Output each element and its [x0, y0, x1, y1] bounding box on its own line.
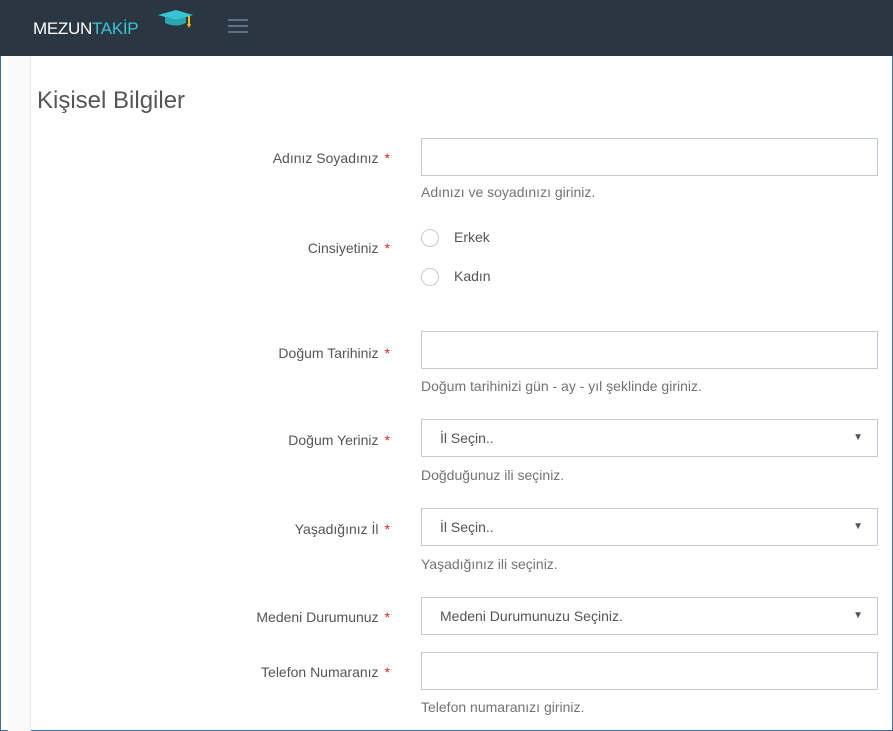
birth-date-label: Doğum Tarihiniz *	[278, 345, 390, 361]
city-selected: İl Seçin..	[440, 519, 494, 535]
logo-text-takip: TAKİP	[91, 19, 139, 38]
birth-date-input[interactable]	[421, 331, 878, 369]
gender-label: Cinsiyetiniz *	[308, 240, 390, 256]
birth-place-label-text: Doğum Yeriniz	[288, 432, 379, 448]
top-navbar: MEZUNTAKİP	[0, 0, 893, 56]
birth-place-label: Doğum Yeriniz *	[288, 432, 390, 448]
name-label-text: Adınız Soyadınız	[272, 150, 379, 166]
gender-option-label: Erkek	[454, 229, 490, 245]
birth-place-select[interactable]: İl Seçin.. ▼	[421, 419, 878, 457]
required-mark: *	[384, 609, 390, 625]
phone-help: Telefon numaranızı giriniz.	[421, 699, 585, 715]
required-mark: *	[384, 150, 390, 166]
phone-input[interactable]	[421, 652, 878, 690]
marital-select[interactable]: Medeni Durumunuzu Seçiniz. ▼	[421, 597, 878, 635]
city-select[interactable]: İl Seçin.. ▼	[421, 508, 878, 546]
radio-button[interactable]	[421, 268, 439, 286]
birth-date-help: Doğum tarihinizi gün - ay - yıl şeklinde…	[421, 378, 702, 394]
city-help: Yaşadığınız ili seçiniz.	[421, 556, 558, 572]
name-input[interactable]	[421, 138, 878, 176]
graduation-cap-icon	[158, 10, 193, 28]
chevron-down-icon: ▼	[853, 521, 863, 532]
required-mark: *	[384, 664, 390, 680]
marital-selected: Medeni Durumunuzu Seçiniz.	[440, 608, 623, 624]
birth-place-selected: İl Seçin..	[440, 430, 494, 446]
birth-date-label-text: Doğum Tarihiniz	[278, 345, 379, 361]
required-mark: *	[384, 345, 390, 361]
phone-label: Telefon Numaranız *	[261, 664, 390, 680]
logo[interactable]: MEZUNTAKİP	[33, 19, 139, 39]
logo-text-mezun: MEZUN	[33, 19, 92, 38]
name-label: Adınız Soyadınız *	[273, 150, 390, 166]
marital-label-text: Medeni Durumunuz	[256, 609, 379, 625]
page-title: Kişisel Bilgiler	[37, 87, 186, 114]
name-help: Adınızı ve soyadınızı giriniz.	[421, 184, 596, 200]
chevron-down-icon: ▼	[853, 432, 863, 443]
gender-option-label: Kadın	[454, 268, 491, 284]
chevron-down-icon: ▼	[853, 610, 863, 621]
required-mark: *	[384, 240, 390, 256]
city-label: Yaşadığınız İl *	[295, 521, 390, 537]
hamburger-menu-icon[interactable]	[228, 18, 248, 34]
phone-label-text: Telefon Numaranız	[261, 664, 379, 680]
required-mark: *	[384, 432, 390, 448]
radio-button[interactable]	[421, 229, 439, 247]
gender-label-text: Cinsiyetiniz	[307, 240, 379, 256]
birth-place-help: Doğduğunuz ili seçiniz.	[421, 467, 565, 483]
sidebar-rail	[8, 56, 31, 731]
required-mark: *	[384, 521, 390, 537]
marital-label: Medeni Durumunuz *	[256, 609, 390, 625]
city-label-text: Yaşadığınız İl	[294, 521, 379, 537]
